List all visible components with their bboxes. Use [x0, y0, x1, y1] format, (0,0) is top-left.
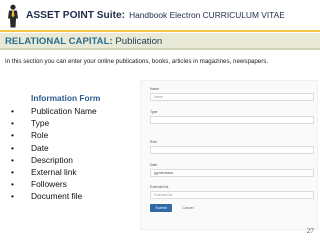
header-divider — [0, 30, 320, 32]
list-item-label: External link — [31, 166, 77, 177]
external-link-field[interactable]: External link — [150, 191, 314, 199]
list-item: • Description — [10, 154, 130, 166]
list-item: • External link — [10, 166, 130, 178]
list-item-label: Date — [31, 142, 49, 153]
list-item-label: Type — [31, 118, 50, 129]
list-item-label: Role — [31, 130, 49, 141]
cancel-button[interactable]: Cancel — [177, 204, 199, 212]
section-prefix: RELATIONAL CAPITAL: — [5, 36, 113, 47]
submit-button[interactable]: Submit — [150, 204, 172, 212]
bullet: • — [11, 130, 14, 141]
role-field[interactable] — [150, 146, 314, 154]
list-item-label: Description — [31, 154, 73, 165]
header-bar: ASSET POINT Suite: Handbook Electron CURR… — [0, 0, 320, 32]
list-item: • Followers — [10, 178, 130, 190]
list-item: • Publication Name — [10, 105, 130, 117]
name-field[interactable]: Name — [150, 93, 314, 101]
bullet: • — [11, 106, 14, 116]
bullet: • — [11, 154, 14, 165]
bullet: • — [11, 166, 14, 177]
list-item: • Date — [10, 142, 130, 154]
external-link-label: External link — [150, 185, 169, 189]
list-item-label: Document file — [31, 191, 83, 202]
list-item-label: Publication Name — [31, 106, 97, 116]
section-banner: RELATIONAL CAPITAL: Publication — [0, 33, 320, 50]
type-field[interactable] — [150, 116, 314, 124]
role-field-label: Role — [150, 140, 157, 144]
publication-form-screenshot: Name Name Type Role Date gg/mm/aaaa Exte… — [140, 80, 318, 230]
list-item: • Type — [10, 117, 130, 129]
section-name: Publication — [115, 36, 163, 47]
information-form-heading: Information Form — [31, 93, 101, 103]
title-main: ASSET POINT Suite: — [26, 10, 126, 21]
page-number: 27 — [306, 226, 314, 235]
date-field[interactable]: gg/mm/aaaa — [150, 169, 314, 177]
list-item-label: Followers — [31, 179, 67, 190]
bullet: • — [11, 179, 14, 190]
page-title: ASSET POINT Suite: Handbook Electron CURR… — [26, 10, 285, 21]
bullet: • — [11, 142, 14, 153]
date-field-label: Date — [150, 163, 158, 167]
title-subtitle: Handbook Electron CURRICULUM VITAE — [129, 10, 285, 20]
bullet: • — [11, 191, 14, 202]
person-logo-icon — [8, 4, 18, 28]
information-form-list: Information Form • Publication Name • Type… — [10, 93, 130, 203]
list-item: • Document file — [10, 190, 130, 202]
list-item: • Role — [10, 129, 130, 141]
intro-text: In this section you can enter your onlin… — [5, 58, 269, 65]
type-field-label: Type — [150, 110, 158, 114]
bullet: • — [11, 118, 14, 129]
name-field-label: Name — [150, 87, 160, 91]
